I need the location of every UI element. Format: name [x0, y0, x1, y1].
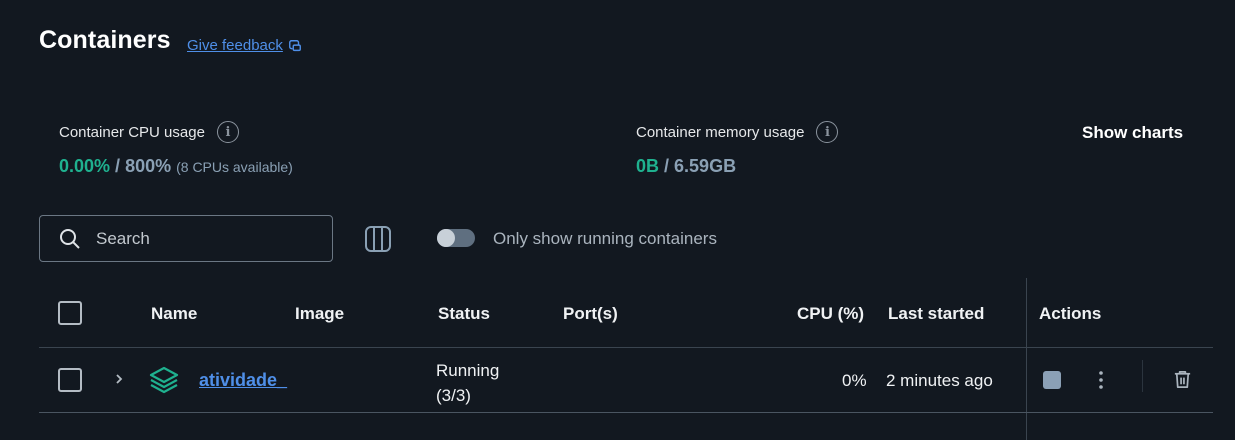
cpu-used-value: 0.00%: [59, 156, 111, 176]
row-divider: [39, 412, 1213, 413]
cpu-usage-value: 0.00% / 800% (8 CPUs available): [59, 156, 293, 177]
column-header-cpu[interactable]: CPU (%): [797, 304, 864, 324]
chevron-right-icon[interactable]: [113, 371, 125, 387]
page-title: Containers: [39, 26, 171, 54]
row-checkbox[interactable]: [58, 368, 82, 392]
columns-icon[interactable]: [364, 225, 392, 253]
toggle-knob: [437, 229, 455, 247]
column-header-status[interactable]: Status: [438, 304, 490, 324]
memory-usage-label: Container memory usage: [636, 123, 805, 141]
column-header-ports[interactable]: Port(s): [563, 304, 618, 324]
cpu-available-note: (8 CPUs available): [176, 159, 293, 175]
external-feedback-icon: [288, 39, 301, 51]
memory-info-icon[interactable]: i: [816, 121, 839, 143]
search-icon: [60, 228, 80, 249]
column-header-image[interactable]: Image: [295, 304, 344, 324]
cpu-separator: /: [115, 156, 121, 176]
action-divider: [1142, 360, 1143, 392]
actions-column-divider: [1026, 278, 1027, 440]
memory-usage-value: 0B / 6.59GB: [636, 156, 736, 177]
container-cpu: 0%: [842, 371, 867, 390]
cpu-usage-label: Container CPU usage: [59, 123, 205, 141]
containers-page: Containers Give feedback Container CPU u…: [0, 0, 1235, 440]
container-name-link[interactable]: atividade_: [199, 370, 287, 391]
running-only-label: Only show running containers: [493, 229, 717, 248]
header-divider: [39, 347, 1213, 348]
running-only-toggle[interactable]: [437, 229, 475, 247]
trash-icon[interactable]: [1172, 369, 1193, 390]
status-text: Running: [436, 361, 500, 380]
cpu-usage-stat: Container CPU usage i: [59, 121, 239, 143]
column-header-last-started[interactable]: Last started: [888, 304, 984, 324]
show-charts-button[interactable]: Show charts: [1082, 123, 1183, 143]
stop-icon[interactable]: [1043, 371, 1061, 389]
column-header-name[interactable]: Name: [151, 304, 197, 324]
give-feedback-link[interactable]: Give feedback: [187, 37, 302, 54]
search-input[interactable]: [96, 228, 316, 249]
give-feedback-label: Give feedback: [187, 37, 283, 54]
select-all-checkbox[interactable]: [58, 301, 82, 325]
column-header-actions: Actions: [1039, 304, 1102, 323]
memory-separator: /: [664, 156, 670, 176]
cpu-total-value: 800%: [125, 156, 172, 176]
memory-total-value: 6.59GB: [674, 156, 737, 176]
stack-icon: [149, 366, 179, 394]
container-status: Running (3/3): [436, 358, 499, 408]
memory-used-value: 0B: [636, 156, 660, 176]
status-count: (3/3): [436, 386, 471, 405]
container-last-started: 2 minutes ago: [886, 371, 993, 390]
search-box[interactable]: [39, 215, 333, 262]
cpu-info-icon[interactable]: i: [216, 121, 239, 143]
memory-usage-stat: Container memory usage i: [636, 121, 839, 143]
kebab-menu-icon[interactable]: [1092, 370, 1110, 390]
